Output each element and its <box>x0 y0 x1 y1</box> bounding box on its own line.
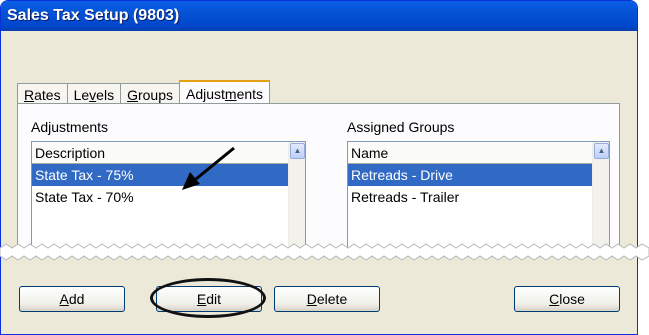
description-column-header[interactable]: Description <box>32 142 288 164</box>
tab-groups[interactable]: Groups <box>120 83 180 105</box>
list-item[interactable]: State Tax - 70% <box>32 186 288 208</box>
list-item[interactable]: State Tax - 75% <box>32 164 288 186</box>
scrollbar[interactable]: ▲ <box>592 142 609 250</box>
name-column-header[interactable]: Name <box>348 142 592 164</box>
highlight-ellipse-icon <box>150 278 266 318</box>
scrollbar[interactable]: ▲ <box>288 142 305 250</box>
scroll-up-arrow-icon[interactable]: ▲ <box>290 143 305 159</box>
adjustments-list[interactable]: Description State Tax - 75% State Tax - … <box>31 141 306 251</box>
list-item[interactable]: Retreads - Drive <box>348 164 592 186</box>
close-button[interactable]: Close <box>514 286 620 312</box>
tab-strip: Rates Levels Groups Adjustments <box>17 80 271 105</box>
assigned-groups-label: Assigned Groups <box>347 119 455 135</box>
tab-levels[interactable]: Levels <box>66 83 122 105</box>
torn-edge-divider <box>0 243 649 261</box>
tab-adjustments[interactable]: Adjustments <box>179 80 271 105</box>
window-title: Sales Tax Setup (9803) <box>1 1 637 31</box>
sales-tax-setup-window: Sales Tax Setup (9803) Rates Levels Grou… <box>0 0 638 335</box>
tab-rates[interactable]: Rates <box>17 83 68 105</box>
add-button[interactable]: Add <box>19 286 125 312</box>
scroll-up-arrow-icon[interactable]: ▲ <box>594 143 609 159</box>
list-item[interactable]: Retreads - Trailer <box>348 186 592 208</box>
adjustments-label: Adjustments <box>31 119 109 135</box>
assigned-groups-list[interactable]: Name Retreads - Drive Retreads - Trailer… <box>347 141 610 251</box>
delete-button[interactable]: Delete <box>274 286 380 312</box>
